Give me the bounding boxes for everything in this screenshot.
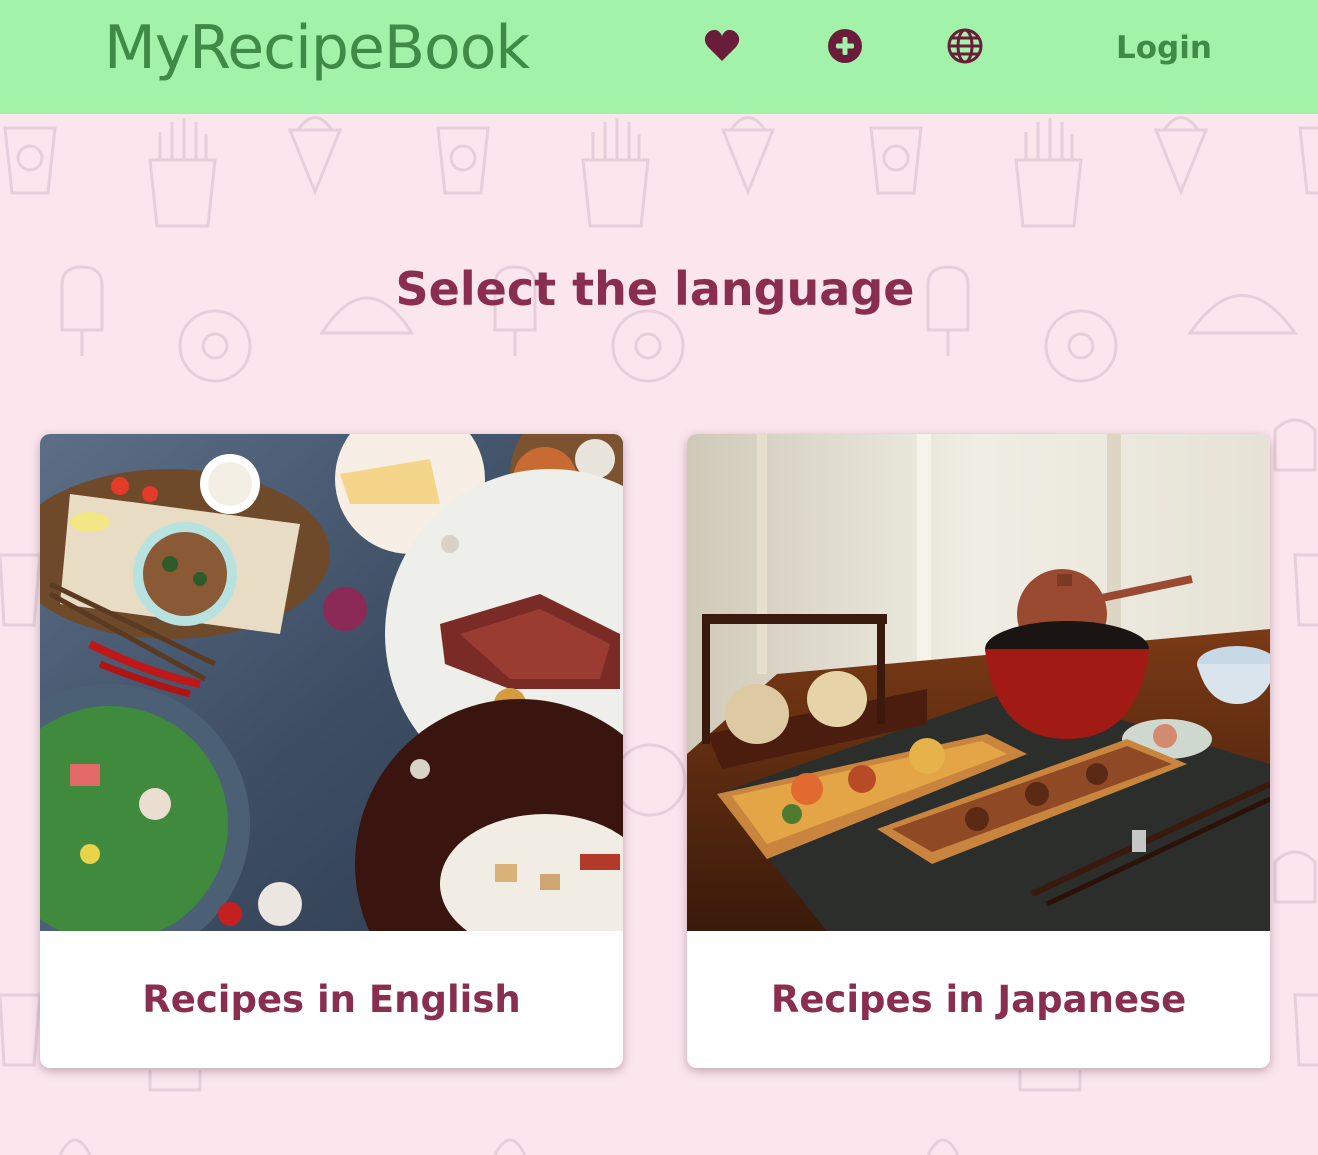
navbar: MyRecipeBook Login xyxy=(0,0,1318,114)
card-title-japanese: Recipes in Japanese xyxy=(770,978,1187,1021)
japanese-food-image xyxy=(687,434,1270,931)
heart-icon[interactable] xyxy=(702,26,742,66)
login-link[interactable]: Login xyxy=(1116,30,1212,66)
card-title-english: Recipes in English xyxy=(142,978,521,1021)
globe-icon[interactable] xyxy=(945,26,985,66)
japanese-recipes-card[interactable]: Recipes in Japanese xyxy=(687,434,1270,1068)
plus-circle-icon[interactable] xyxy=(825,26,865,66)
english-food-image xyxy=(40,434,623,931)
page-title: Select the language xyxy=(395,262,915,316)
english-recipes-card[interactable]: Recipes in English xyxy=(40,434,623,1068)
brand-logo-link[interactable]: MyRecipeBook xyxy=(104,12,530,84)
